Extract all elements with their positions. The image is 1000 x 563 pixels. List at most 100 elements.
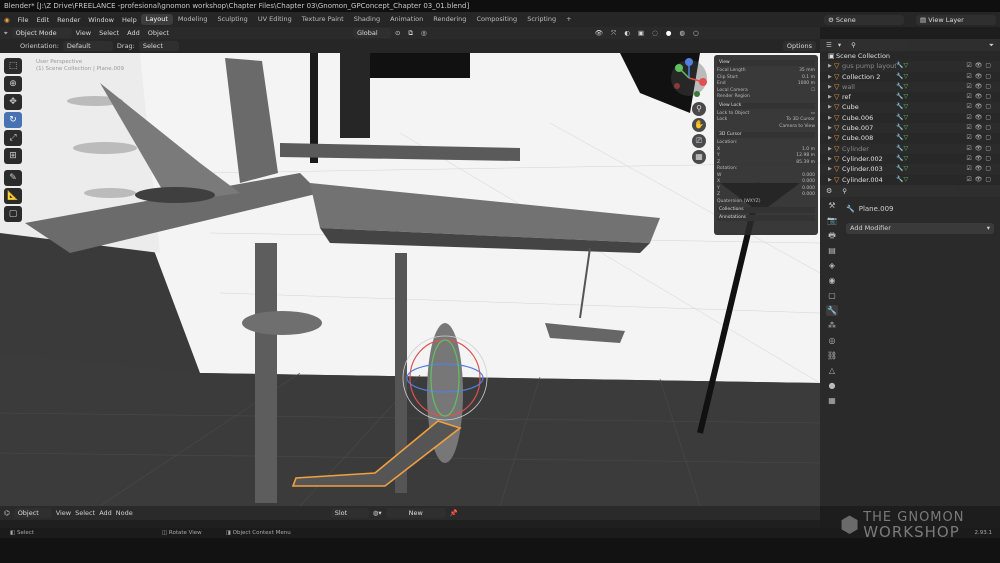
overlay-icon[interactable]: ◐: [620, 29, 634, 37]
bottom-editor-type-icon[interactable]: ⌬: [4, 509, 10, 517]
visibility-icon[interactable]: 👁: [591, 29, 607, 37]
outliner-row[interactable]: ▶ ▽ Cube.006 🔧▽ ☑👁▢: [820, 113, 1000, 123]
render-tab-icon[interactable]: 📷: [826, 215, 838, 226]
visibility-toggles[interactable]: ☑👁▢: [966, 92, 1000, 102]
render-region-checkbox[interactable]: Render Region: [717, 94, 750, 101]
outliner-row[interactable]: ▶ ▽ Cylinder 🔧▽ ☑👁▢: [820, 143, 1000, 154]
menu-object[interactable]: Object: [144, 29, 173, 37]
panel-annotations-header[interactable]: Annotations: [717, 215, 815, 221]
outliner-search-input[interactable]: ⚲: [847, 40, 908, 50]
rotation-mode-dropdown[interactable]: Quaternion (WXYZ): [717, 199, 760, 206]
texture-tab-icon[interactable]: ▦: [826, 395, 838, 406]
pin-icon[interactable]: 📌: [450, 509, 458, 517]
outliner-row[interactable]: ▶ ▽ Cylinder.003 🔧▽ ☑👁▢: [820, 164, 1000, 175]
pivot-icon[interactable]: ⊙: [391, 29, 404, 37]
outliner-row[interactable]: ▶ ▽ Cube.007 🔧▽ ☑👁▢: [820, 123, 1000, 134]
menu-select[interactable]: Select: [95, 29, 123, 37]
shading-wireframe-icon[interactable]: ◌: [648, 29, 662, 37]
visibility-toggles[interactable]: ☑👁▢: [966, 61, 1000, 71]
cursor-location-z[interactable]: 85.39 m: [796, 160, 815, 167]
tab-scripting[interactable]: Scripting: [522, 14, 561, 25]
visibility-toggles[interactable]: ☑👁▢: [966, 144, 1000, 154]
panel-view-header[interactable]: View: [717, 60, 815, 66]
visibility-toggles[interactable]: ☑👁▢: [966, 164, 1000, 174]
add-cube-tool-icon[interactable]: ▢: [4, 206, 22, 222]
menu-file[interactable]: File: [14, 16, 33, 24]
add-workspace-button[interactable]: +: [561, 14, 576, 25]
properties-search-input[interactable]: ⚲: [838, 186, 959, 196]
measure-tool-icon[interactable]: 📐: [4, 188, 22, 204]
outliner-scene-collection[interactable]: ▣ Scene Collection: [820, 51, 1000, 61]
editor-type-icon[interactable]: ⌖: [0, 29, 12, 38]
shading-rendered-icon[interactable]: ○: [689, 29, 703, 37]
view-layer-tab-icon[interactable]: ▤: [826, 245, 838, 256]
modifier-tab-icon[interactable]: 🔧: [826, 305, 838, 316]
orientation-dropdown[interactable]: Default: [62, 41, 113, 51]
bottom-menu-add[interactable]: Add: [99, 509, 112, 517]
outliner-row[interactable]: ▶ ▽ Cylinder.002 🔧▽ ☑👁▢: [820, 154, 1000, 164]
snap-icon[interactable]: ⧉: [404, 29, 417, 38]
bottom-object-selector[interactable]: Object: [13, 508, 52, 518]
tool-tab-icon[interactable]: ⚒: [826, 200, 838, 211]
slot-dropdown[interactable]: Slot: [330, 508, 369, 518]
material-tab-icon[interactable]: ●: [826, 380, 838, 391]
local-camera-checkbox[interactable]: ☐: [811, 88, 815, 95]
xray-icon[interactable]: ▣: [634, 29, 648, 37]
mode-selector[interactable]: Object Mode: [11, 28, 72, 38]
add-modifier-button[interactable]: Add Modifier ▾: [846, 223, 994, 234]
cursor-rotation-z[interactable]: 0.000: [802, 192, 815, 199]
bottom-menu-node[interactable]: Node: [116, 509, 133, 517]
select-tool-icon[interactable]: ⬚: [4, 58, 22, 74]
zoom-icon[interactable]: ⚲: [692, 102, 706, 116]
cursor-tool-icon[interactable]: ⊕: [4, 76, 22, 92]
outliner-row[interactable]: ▶ ▽ Cylinder.004 🔧▽ ☑👁▢: [820, 175, 1000, 185]
bottom-editor-body[interactable]: [0, 520, 820, 528]
tab-sculpting[interactable]: Sculpting: [212, 14, 252, 25]
view-layer-selector[interactable]: ▤ View Layer: [916, 14, 996, 25]
blender-logo-icon[interactable]: ◉: [0, 16, 14, 24]
outliner-row[interactable]: ▶ ▽ Collection 2 🔧▽ ☑👁▢: [820, 72, 1000, 82]
scale-tool-icon[interactable]: ⤢: [4, 130, 22, 146]
visibility-toggles[interactable]: ☑👁▢: [966, 113, 1000, 123]
menu-render[interactable]: Render: [53, 16, 84, 24]
visibility-toggles[interactable]: ☑👁▢: [966, 154, 1000, 164]
bottom-menu-view[interactable]: View: [56, 509, 71, 517]
tab-rendering[interactable]: Rendering: [428, 14, 471, 25]
panel-view-lock-header[interactable]: View Lock: [717, 102, 815, 109]
tab-shading[interactable]: Shading: [349, 14, 385, 25]
tab-compositing[interactable]: Compositing: [471, 14, 522, 25]
tab-animation[interactable]: Animation: [385, 14, 428, 25]
move-tool-icon[interactable]: ✥: [4, 94, 22, 110]
world-tab-icon[interactable]: ◉: [826, 275, 838, 286]
data-tab-icon[interactable]: △: [826, 365, 838, 376]
physics-tab-icon[interactable]: ◎: [826, 335, 838, 346]
outliner-row[interactable]: ▶ ▽ ref 🔧▽ ☑👁▢: [820, 92, 1000, 102]
outliner-editor-icon[interactable]: ☰: [826, 41, 832, 49]
annotate-tool-icon[interactable]: ✎: [4, 170, 22, 186]
outliner-display-mode-icon[interactable]: ▾: [838, 41, 841, 49]
outliner-row[interactable]: ▶ ▽ Cube.008 🔧▽ ☑👁▢: [820, 133, 1000, 143]
transform-orientation-selector[interactable]: Global: [352, 28, 391, 38]
outliner-row[interactable]: ▶ ▽ wall 🔧▽ ☑👁▢: [820, 81, 1000, 93]
panel-collections-header[interactable]: Collections: [717, 207, 815, 213]
menu-help[interactable]: Help: [118, 16, 141, 24]
drag-dropdown[interactable]: Select Box: [138, 41, 179, 60]
menu-window[interactable]: Window: [84, 16, 118, 24]
camera-view-icon[interactable]: ⎚: [692, 134, 706, 148]
options-dropdown[interactable]: Options: [782, 41, 816, 51]
outliner-row[interactable]: ▶ ▽ Cube 🔧▽ ☑👁▢: [820, 102, 1000, 113]
new-material-button[interactable]: New: [385, 508, 446, 518]
camera-to-view-checkbox[interactable]: Camera to View: [779, 124, 815, 131]
navigation-gizmo[interactable]: [669, 58, 709, 98]
visibility-toggles[interactable]: ☑👁▢: [966, 175, 1000, 185]
menu-add[interactable]: Add: [123, 29, 144, 37]
visibility-toggles[interactable]: ☑👁▢: [966, 72, 1000, 82]
gizmo-icon[interactable]: ⤧: [607, 29, 620, 38]
visibility-toggles[interactable]: ☑👁▢: [966, 123, 1000, 133]
transform-tool-icon[interactable]: ⊞: [4, 148, 22, 164]
material-browse-icon[interactable]: ◍▾: [373, 509, 382, 517]
rotate-tool-icon[interactable]: ↻: [4, 112, 22, 128]
scene-selector[interactable]: ⚙ Scene: [824, 14, 904, 25]
output-tab-icon[interactable]: 🖶: [826, 230, 838, 241]
properties-editor-icon[interactable]: ⚙: [826, 187, 832, 195]
